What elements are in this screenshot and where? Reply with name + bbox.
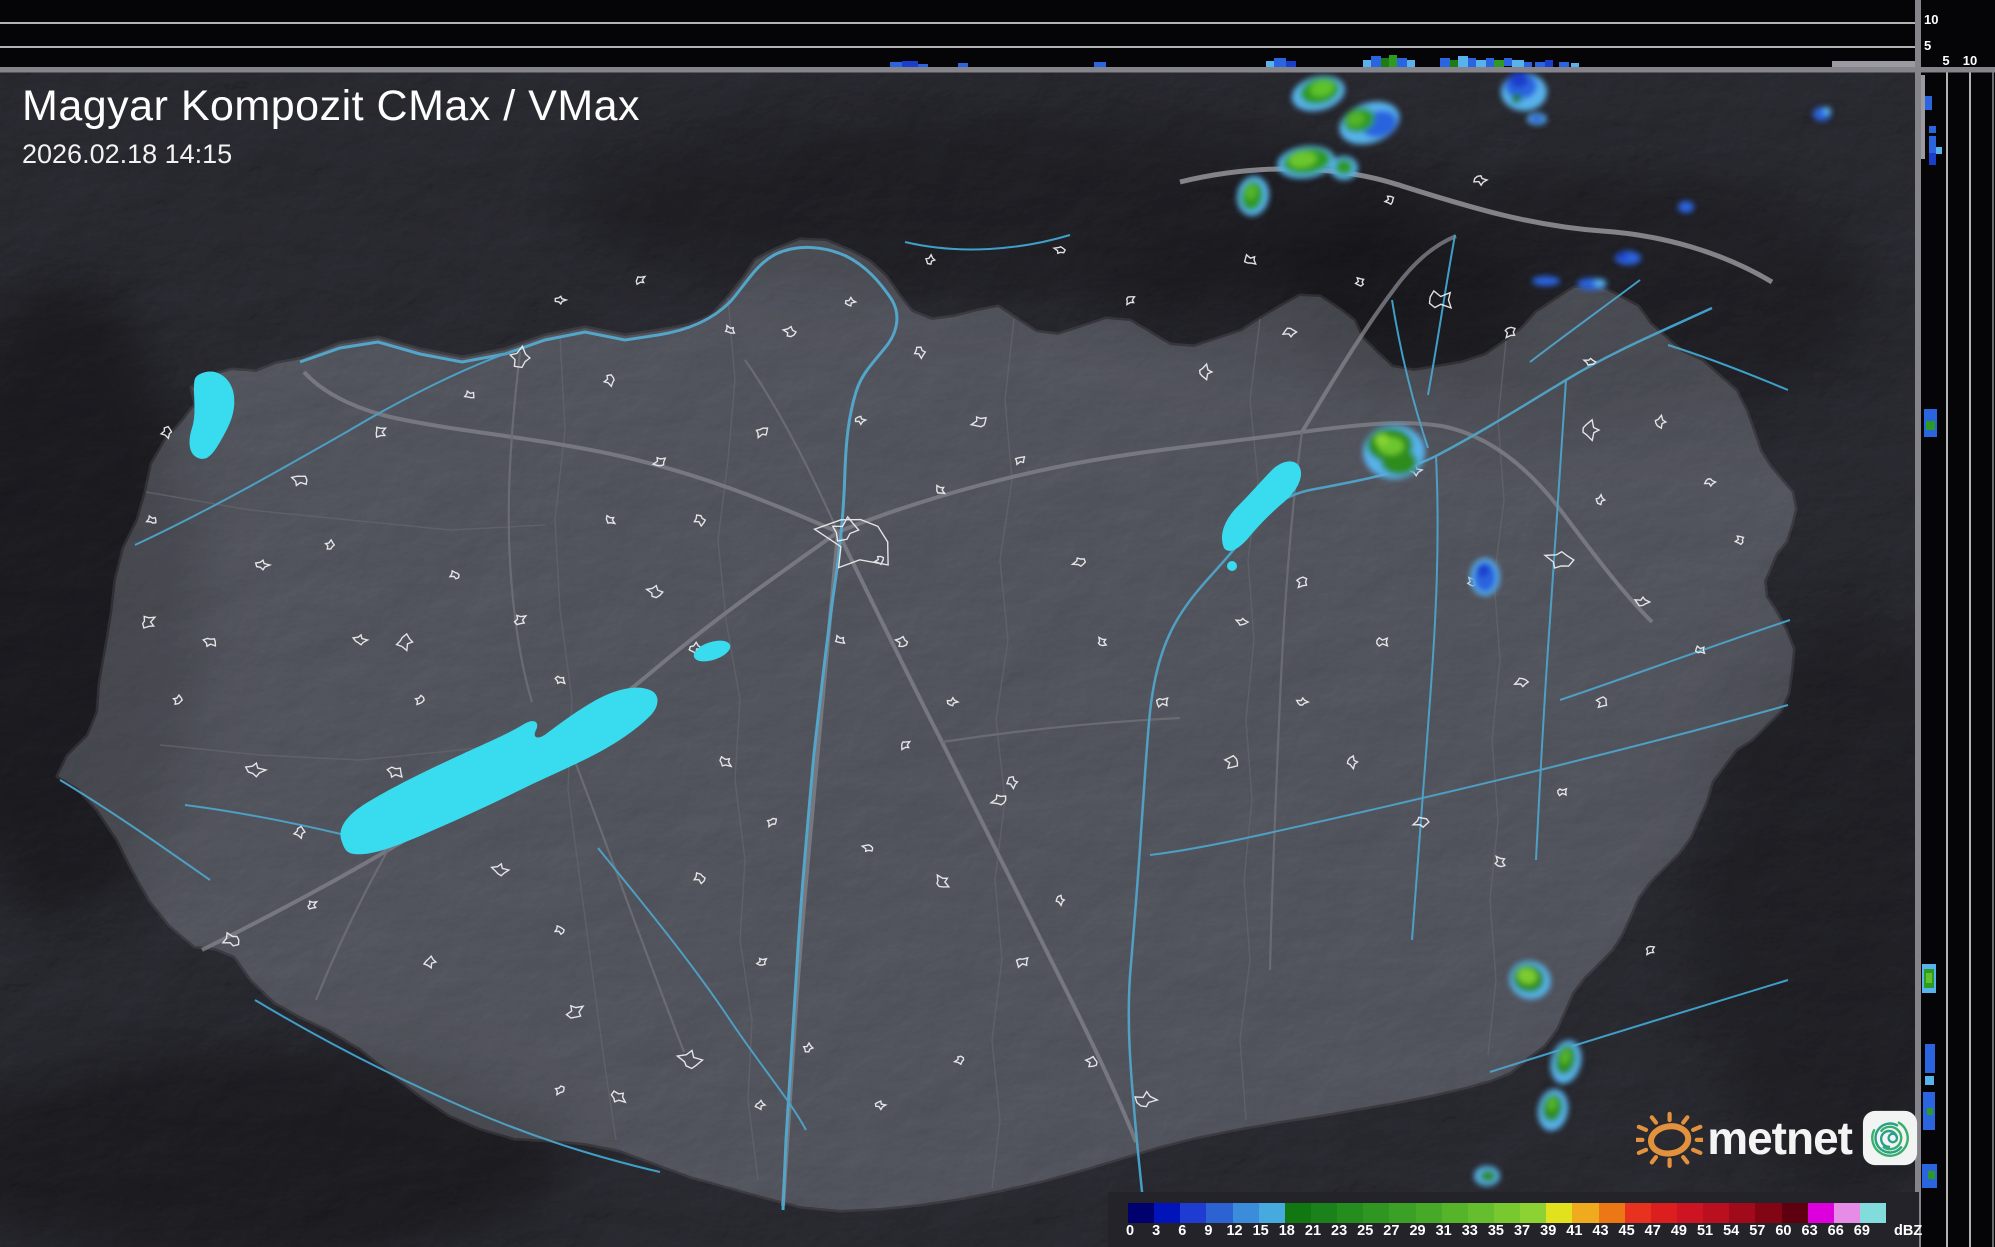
legend-color-cell bbox=[1258, 1203, 1285, 1223]
legend-color-cell bbox=[1493, 1203, 1521, 1223]
legend-tick-label: 3 bbox=[1152, 1223, 1161, 1239]
legend-color-cell bbox=[1415, 1203, 1442, 1223]
metnet-sun-icon bbox=[1636, 1111, 1704, 1168]
legend-color-cell bbox=[1572, 1203, 1599, 1223]
legend-tick-label: 15 bbox=[1252, 1223, 1269, 1239]
legend-tick-label: 23 bbox=[1331, 1223, 1348, 1239]
legend-tick-label: 27 bbox=[1383, 1223, 1400, 1239]
legend-color-cell bbox=[1337, 1203, 1364, 1223]
legend-tick-label: 54 bbox=[1723, 1223, 1740, 1239]
legend-color-cell bbox=[1833, 1203, 1860, 1223]
legend-color-cell bbox=[1310, 1203, 1338, 1223]
dbz-legend: 0 3 6 9 12 15 18 21 23 25 27 29 31 33 35 37 39 41 43 45 47 49… bbox=[1108, 1192, 1922, 1247]
legend-color-cell bbox=[1128, 1203, 1155, 1223]
horizontal-divider bbox=[0, 67, 1995, 73]
legend-tick-label: 60 bbox=[1775, 1223, 1792, 1239]
radar-viewer: Magyar Kompozit CMax / VMax 2026.02.18 1… bbox=[0, 0, 1995, 1247]
map-layer bbox=[0, 72, 1915, 1247]
legend-color-cell bbox=[1729, 1203, 1756, 1223]
legend-tick-label: 18 bbox=[1278, 1223, 1295, 1239]
height-axis-tick: 10 bbox=[1924, 12, 1939, 27]
legend-color-cell bbox=[1781, 1203, 1808, 1223]
legend-color-cell bbox=[1520, 1203, 1547, 1223]
metnet-logo[interactable]: metnet bbox=[1636, 1094, 1918, 1182]
legend-color-cell bbox=[1467, 1203, 1494, 1223]
title-block: Magyar Kompozit CMax / VMax 2026.02.18 1… bbox=[22, 82, 640, 170]
legend-color-cell bbox=[1703, 1203, 1730, 1223]
range-axis-tick: 10 bbox=[1962, 53, 1978, 68]
legend-color-cell bbox=[1232, 1203, 1259, 1223]
vertical-divider bbox=[1915, 0, 1921, 1247]
top-profile-panel bbox=[0, 0, 1915, 67]
legend-tick-label: 6 bbox=[1178, 1223, 1187, 1239]
range-axis-tick: 5 bbox=[1942, 53, 1950, 68]
legend-tick-label: 37 bbox=[1513, 1223, 1531, 1239]
legend-tick-label: 51 bbox=[1696, 1223, 1714, 1239]
legend-tick-label: 33 bbox=[1461, 1223, 1478, 1239]
echo-cell bbox=[1527, 113, 1547, 125]
legend-tick-label: 35 bbox=[1487, 1223, 1504, 1239]
legend-tick-label: 39 bbox=[1540, 1223, 1557, 1239]
legend-tick-label: 57 bbox=[1749, 1223, 1766, 1239]
legend-tick-label: 47 bbox=[1644, 1223, 1661, 1239]
legend-tick-label: 21 bbox=[1304, 1223, 1322, 1239]
legend-tick-label: 49 bbox=[1670, 1223, 1687, 1239]
right-baseline-marker bbox=[1921, 75, 1925, 159]
legend-color-cell bbox=[1441, 1203, 1468, 1223]
legend-color-cell bbox=[1650, 1203, 1677, 1223]
legend-color-cell bbox=[1676, 1203, 1704, 1223]
legend-tick-label: 12 bbox=[1226, 1223, 1243, 1239]
legend-color-cell bbox=[1363, 1203, 1390, 1223]
dbz-tick-labels: 0 3 6 9 12 15 18 21 23 25 27 29 31 33 35 37 39 41 43 45 47 49… bbox=[1125, 1223, 1922, 1243]
map-title: Magyar Kompozit CMax / VMax bbox=[22, 82, 641, 130]
legend-tick-label: 29 bbox=[1409, 1223, 1426, 1239]
legend-tick-label: 45 bbox=[1618, 1223, 1635, 1239]
legend-tick-label: 41 bbox=[1566, 1223, 1583, 1239]
map-datetime: 2026.02.18 14:15 bbox=[22, 139, 233, 170]
legend-color-cell bbox=[1755, 1203, 1782, 1223]
legend-tick-label: 63 bbox=[1801, 1223, 1818, 1239]
legend-tick-label: 43 bbox=[1592, 1223, 1609, 1239]
metnet-wordmark: metnet bbox=[1707, 1112, 1853, 1164]
legend-color-cell bbox=[1859, 1203, 1887, 1223]
legend-color-cell bbox=[1389, 1203, 1416, 1223]
legend-tick-label: 69 bbox=[1853, 1223, 1870, 1239]
echo-cell bbox=[1474, 1166, 1500, 1186]
top-baseline-marker bbox=[1832, 61, 1915, 67]
legend-color-cell bbox=[1598, 1203, 1625, 1223]
legend-color-cell bbox=[1807, 1203, 1834, 1223]
height-axis-tick: 5 bbox=[1924, 38, 1932, 53]
legend-unit-label: dBZ bbox=[1894, 1223, 1923, 1239]
echo-cell bbox=[1470, 558, 1500, 596]
legend-color-cell bbox=[1546, 1203, 1573, 1223]
echo-cell bbox=[1330, 156, 1358, 180]
metnet-app-icon bbox=[1862, 1110, 1918, 1166]
legend-color-cell bbox=[1180, 1203, 1207, 1223]
legend-tick-label: 25 bbox=[1357, 1223, 1374, 1239]
echo-cell bbox=[1363, 425, 1425, 479]
legend-color-cell bbox=[1206, 1203, 1233, 1223]
radar-composite-map bbox=[0, 0, 1995, 1247]
legend-color-cell bbox=[1154, 1203, 1181, 1223]
legend-tick-label: 31 bbox=[1435, 1223, 1452, 1239]
legend-color-cell bbox=[1624, 1203, 1651, 1223]
dbz-colorbar bbox=[1128, 1203, 1887, 1223]
legend-color-cell bbox=[1284, 1203, 1311, 1223]
right-profile-panel bbox=[1921, 0, 1995, 1247]
legend-tick-label: 0 bbox=[1125, 1223, 1135, 1239]
legend-tick-label: 66 bbox=[1827, 1223, 1844, 1239]
legend-tick-label: 9 bbox=[1204, 1223, 1213, 1239]
